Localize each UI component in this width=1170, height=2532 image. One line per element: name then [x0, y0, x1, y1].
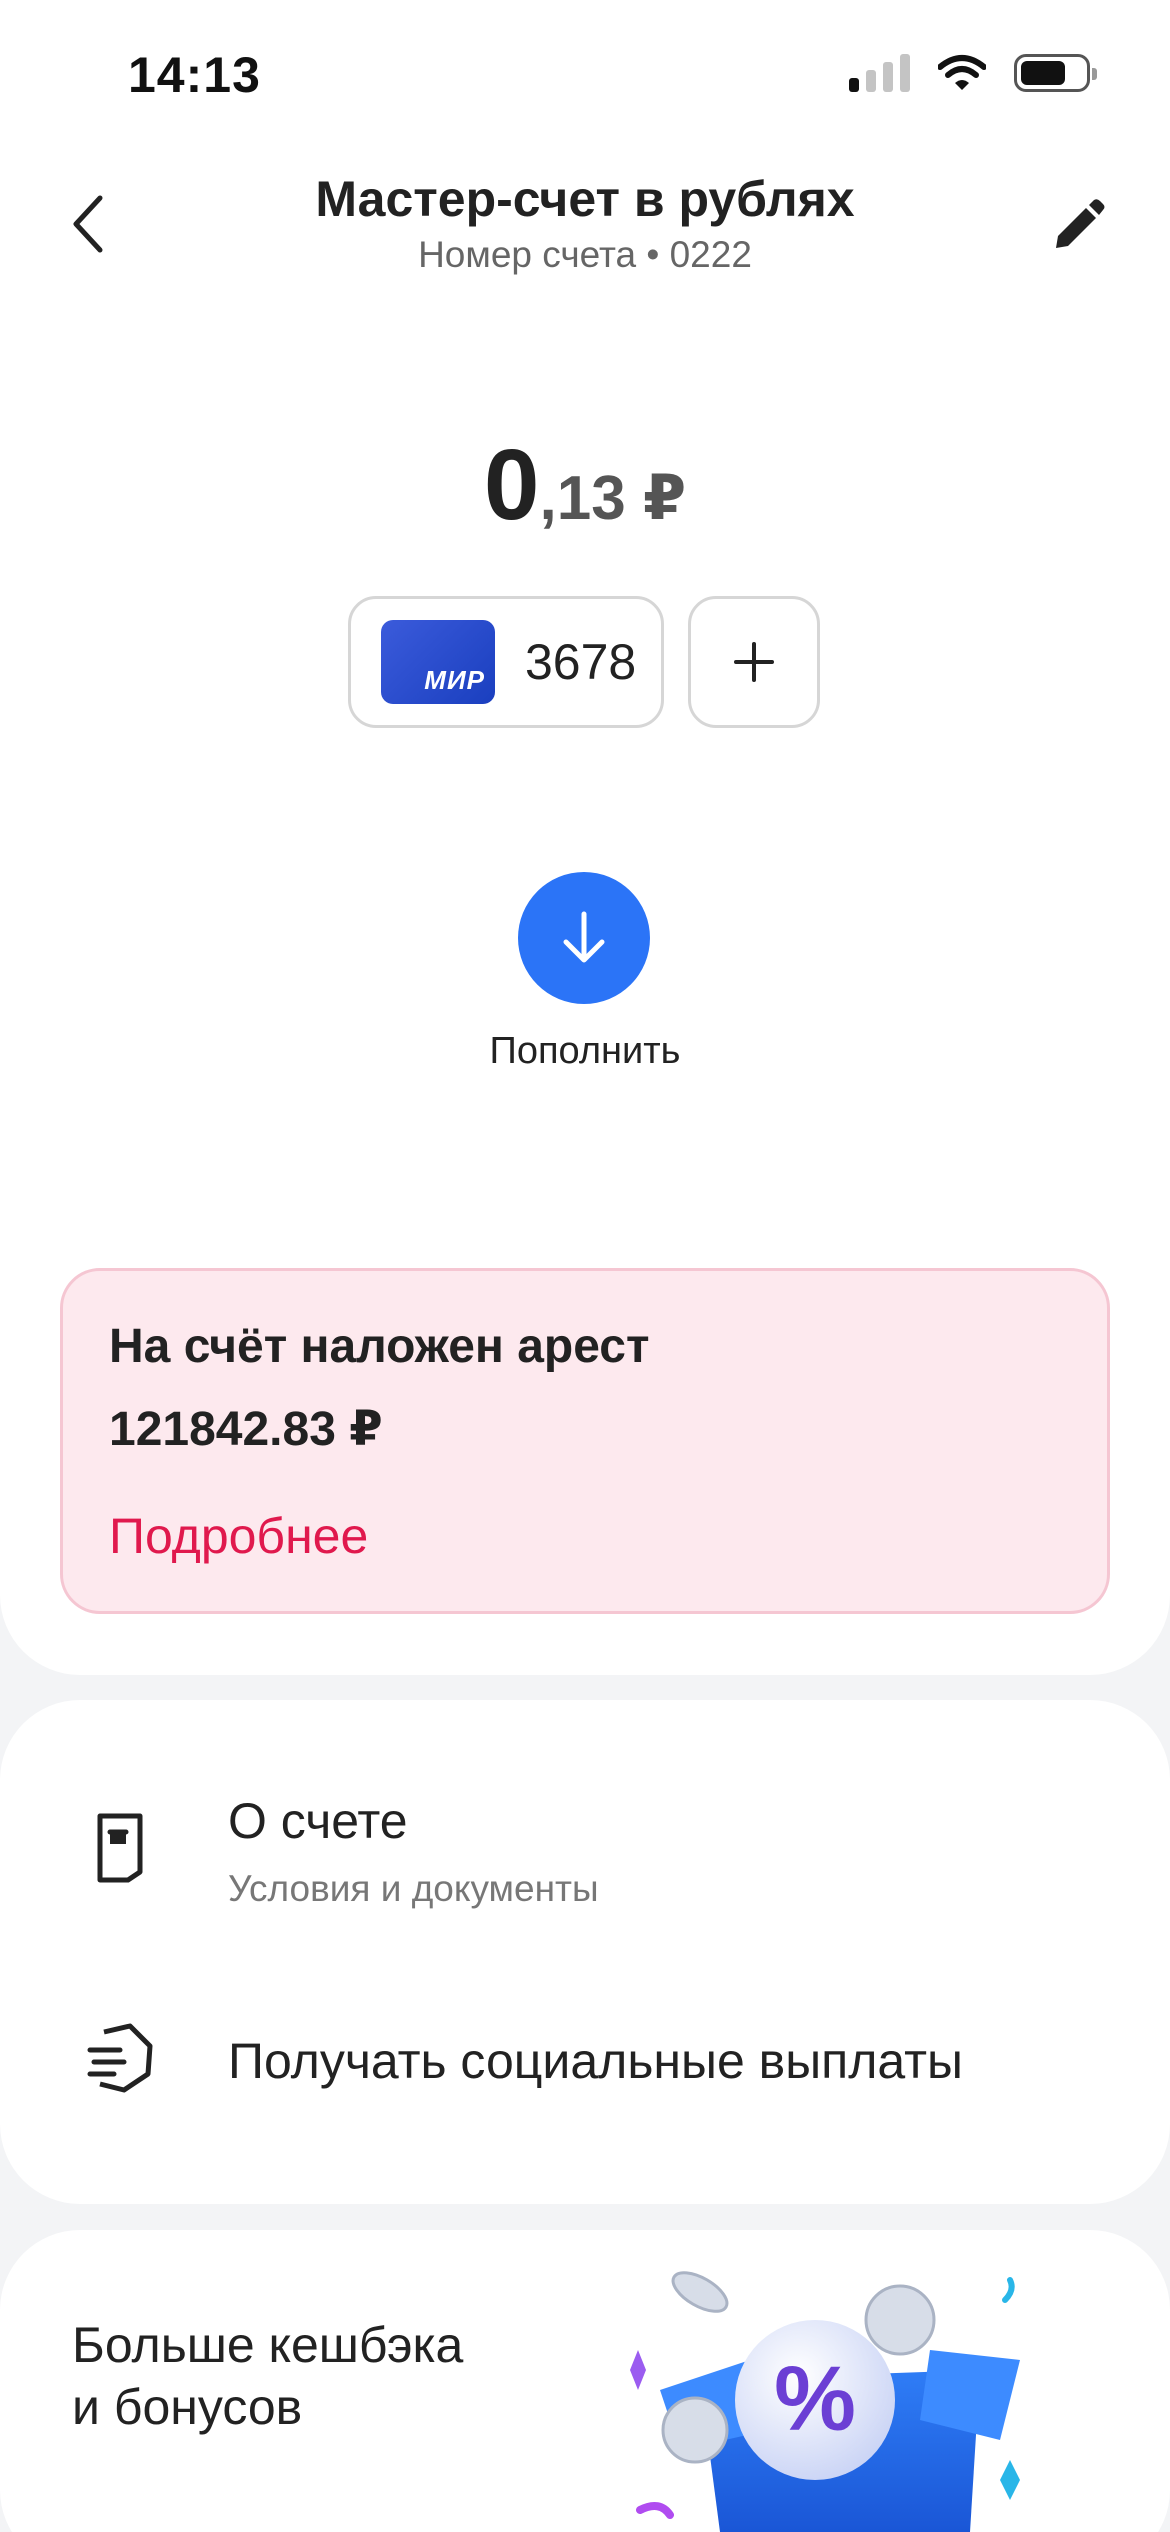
balance: 0,13 ₽ — [0, 428, 1170, 543]
alert-details-link[interactable]: Подробнее — [109, 1507, 368, 1565]
account-number: Номер счета • 0222 — [418, 234, 752, 275]
pencil-icon — [1056, 199, 1105, 248]
menu-item-social-payments[interactable]: Получать социальные выплаты — [0, 2000, 1170, 2120]
topup-button[interactable] — [518, 872, 650, 1004]
menu-about-subtitle: Условия и документы — [228, 1868, 599, 1909]
cellular-signal-icon — [849, 54, 910, 92]
alert-title: На счёт наложен арест — [109, 1320, 650, 1373]
menu-about-title: О счете — [228, 1793, 408, 1849]
card-last-digits: 3678 — [525, 634, 637, 690]
promo-line-2: и бонусов — [72, 2379, 303, 2435]
menu-social-title: Получать социальные выплаты — [228, 2033, 963, 2089]
edit-button[interactable] — [1040, 188, 1116, 264]
topup-label: Пополнить — [489, 1030, 681, 1072]
linked-card-chip[interactable]: МИР 3678 — [348, 596, 664, 728]
battery-icon — [1014, 54, 1097, 92]
promo-line-1: Больше кешбэка — [72, 2317, 464, 2373]
wifi-icon — [938, 55, 986, 90]
svg-text:%: % — [774, 2348, 856, 2450]
screen: 14:13 Мастер-счет в рублях Номер счета •… — [0, 0, 1170, 2532]
balance-fraction: ,13 ₽ — [539, 464, 687, 533]
account-menu: О счете Условия и документы Получать соц… — [0, 1700, 1170, 2204]
document-icon — [82, 1810, 158, 1886]
plus-icon — [734, 642, 774, 682]
status-time: 14:13 — [128, 47, 261, 103]
arrest-alert: На счёт наложен арест 121842.83 ₽ Подроб… — [60, 1268, 1110, 1614]
mir-logo-text: МИР — [424, 665, 485, 695]
promo-banner[interactable]: Больше кешбэка и бонусов % — [0, 2230, 1170, 2532]
arrow-down-icon — [563, 911, 605, 963]
mir-card-icon: МИР — [381, 620, 495, 704]
promo-text: Больше кешбэка и бонусов — [72, 2314, 463, 2438]
menu-item-about[interactable]: О счете Условия и документы — [0, 1770, 1170, 1930]
account-card: 14:13 Мастер-счет в рублях Номер счета •… — [0, 0, 1170, 1675]
page-title: Мастер-счет в рублях — [315, 171, 855, 227]
status-icons — [849, 54, 1097, 92]
add-card-button[interactable] — [688, 596, 820, 728]
alert-amount: 121842.83 ₽ — [109, 1403, 383, 1456]
balance-integer: 0 — [483, 429, 540, 541]
percent-gift-icon: % — [630, 2271, 1020, 2532]
social-payments-icon — [82, 2020, 158, 2096]
